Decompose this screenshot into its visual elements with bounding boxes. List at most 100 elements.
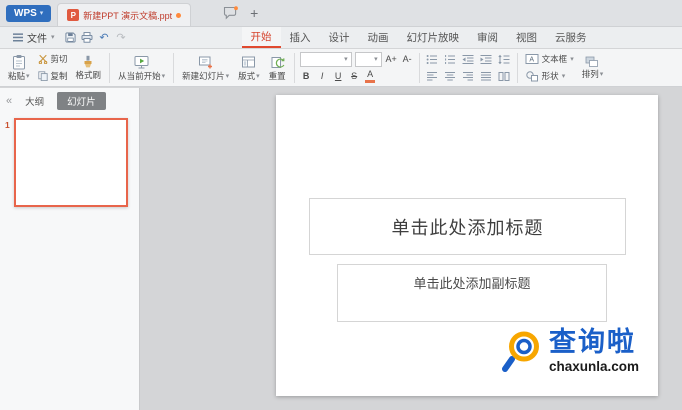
increase-indent-button[interactable] bbox=[479, 52, 494, 66]
reset-label: 重置 bbox=[269, 72, 286, 81]
font-family-select[interactable]: ▾ bbox=[300, 52, 352, 67]
ribbon-tab-review[interactable]: 审阅 bbox=[468, 27, 507, 48]
shapes-button[interactable]: 形状 ▾ bbox=[523, 69, 576, 83]
indent-icon bbox=[480, 54, 492, 65]
decrease-indent-button[interactable] bbox=[461, 52, 476, 66]
paragraph-group bbox=[425, 50, 512, 86]
message-icon[interactable] bbox=[223, 6, 238, 20]
redo-button[interactable]: ↷ bbox=[113, 27, 130, 48]
shapes-label: 形状 bbox=[542, 70, 559, 82]
magnifier-logo-icon bbox=[500, 328, 546, 374]
paste-label: 粘贴 bbox=[8, 72, 25, 81]
format-painter-label: 格式刷 bbox=[76, 71, 102, 80]
ribbon-tab-design[interactable]: 设计 bbox=[320, 27, 359, 48]
reset-icon bbox=[270, 55, 285, 70]
decrease-font-button[interactable]: A- bbox=[401, 52, 414, 66]
tab-slides[interactable]: 幻灯片 bbox=[57, 92, 106, 110]
collapse-panel-button[interactable]: « bbox=[6, 95, 12, 107]
toolbar-divider bbox=[173, 53, 174, 83]
undo-button[interactable]: ↶ bbox=[96, 27, 113, 48]
format-painter-button[interactable]: 格式刷 bbox=[73, 51, 105, 85]
bullet-list-icon bbox=[426, 54, 438, 65]
font-color-button[interactable]: A bbox=[364, 70, 377, 84]
ribbon-tab-cloud[interactable]: 云服务 bbox=[546, 27, 596, 48]
tab-outline[interactable]: 大纲 bbox=[21, 92, 48, 110]
reset-button[interactable]: 重置 bbox=[266, 51, 289, 85]
layout-button[interactable]: 版式▾ bbox=[235, 51, 263, 85]
ribbon-tab-insert[interactable]: 插入 bbox=[281, 27, 320, 48]
slideshow-group: 从当前开始▾ bbox=[115, 50, 168, 86]
menu-grid-icon bbox=[13, 33, 23, 42]
line-spacing-button[interactable] bbox=[497, 52, 512, 66]
title-placeholder[interactable]: 单击此处添加标题 bbox=[309, 198, 626, 255]
justify-button[interactable] bbox=[479, 69, 494, 83]
alignment-controls-row bbox=[425, 69, 512, 83]
watermark: 查询啦 chaxunla.com bbox=[500, 328, 639, 374]
copy-button[interactable]: 复制 bbox=[36, 69, 70, 83]
shapes-icon bbox=[525, 70, 539, 82]
watermark-name: 查询啦 bbox=[549, 328, 639, 358]
menubar: 文件 ▾ ↶ ↷ 开始 插入 设计 动画 幻灯片放映 审阅 视 bbox=[0, 27, 682, 49]
svg-text:A: A bbox=[529, 57, 534, 64]
align-left-button[interactable] bbox=[425, 69, 440, 83]
align-center-button[interactable] bbox=[443, 69, 458, 83]
font-controls-row: ▾ ▾ A+ A- bbox=[300, 52, 414, 67]
align-center-icon bbox=[444, 71, 456, 82]
wps-menu-button[interactable]: WPS ▾ bbox=[6, 5, 51, 22]
columns-icon bbox=[498, 71, 510, 82]
cut-copy-column: 剪切 复制 bbox=[36, 52, 70, 83]
chevron-down-icon: ▾ bbox=[256, 73, 260, 80]
columns-button[interactable] bbox=[497, 69, 512, 83]
underline-button[interactable]: U bbox=[332, 70, 345, 84]
save-icon bbox=[65, 32, 76, 43]
new-slide-label: 新建幻灯片 bbox=[182, 72, 225, 81]
italic-button[interactable]: I bbox=[316, 70, 329, 84]
slide-thumbnail[interactable] bbox=[14, 118, 128, 207]
font-color-swatch bbox=[365, 80, 375, 83]
bold-button[interactable]: B bbox=[300, 70, 313, 84]
outdent-icon bbox=[462, 54, 474, 65]
printer-icon bbox=[81, 32, 93, 43]
line-spacing-icon bbox=[498, 54, 510, 65]
paste-button[interactable]: 粘贴▾ bbox=[5, 51, 33, 85]
toolbar-divider bbox=[109, 53, 110, 83]
new-slide-button[interactable]: 新建幻灯片▾ bbox=[179, 51, 232, 85]
chat-bubble-icon bbox=[223, 6, 238, 20]
textbox-button[interactable]: A 文本框 ▾ bbox=[523, 52, 576, 66]
ribbon-tab-animation[interactable]: 动画 bbox=[359, 27, 398, 48]
ribbon-tab-view[interactable]: 视图 bbox=[507, 27, 546, 48]
ribbon-tab-slideshow[interactable]: 幻灯片放映 bbox=[398, 27, 469, 48]
new-tab-button[interactable]: + bbox=[244, 6, 264, 20]
align-right-button[interactable] bbox=[461, 69, 476, 83]
subtitle-placeholder[interactable]: 单击此处添加副标题 bbox=[337, 264, 607, 322]
font-size-select[interactable]: ▾ bbox=[355, 52, 382, 67]
textbox-label: 文本框 bbox=[542, 53, 568, 65]
numbered-list-icon bbox=[444, 54, 456, 65]
print-button[interactable] bbox=[79, 27, 96, 48]
copy-icon bbox=[38, 71, 48, 81]
start-from-current-button[interactable]: 从当前开始▾ bbox=[115, 51, 168, 85]
chevron-down-icon: ▾ bbox=[26, 73, 30, 80]
cut-button[interactable]: 剪切 bbox=[36, 52, 70, 66]
document-tab[interactable]: P 新建PPT 演示文稿.ppt bbox=[57, 3, 191, 26]
font-group: ▾ ▾ A+ A- B I U S A bbox=[300, 50, 414, 86]
chevron-down-icon: ▾ bbox=[162, 73, 166, 80]
slides-group: 新建幻灯片▾ 版式▾ 重置 bbox=[179, 50, 289, 86]
save-button[interactable] bbox=[62, 27, 79, 48]
modified-indicator-dot bbox=[176, 13, 181, 18]
arrange-icon bbox=[585, 56, 599, 68]
document-tab-title: 新建PPT 演示文稿.ppt bbox=[83, 9, 172, 22]
numbered-list-button[interactable] bbox=[443, 52, 458, 66]
copy-label: 复制 bbox=[51, 70, 68, 82]
layout-label: 版式 bbox=[238, 72, 255, 81]
file-menu-button[interactable]: 文件 ▾ bbox=[6, 30, 62, 45]
arrange-button[interactable]: 排列▾ bbox=[579, 51, 607, 85]
ribbon-tab-home[interactable]: 开始 bbox=[242, 27, 281, 48]
chevron-down-icon: ▾ bbox=[600, 71, 604, 78]
paste-icon bbox=[11, 54, 27, 70]
increase-font-button[interactable]: A+ bbox=[385, 52, 398, 66]
bullet-list-button[interactable] bbox=[425, 52, 440, 66]
align-left-icon bbox=[426, 71, 438, 82]
strikethrough-button[interactable]: S bbox=[348, 70, 361, 84]
toolbar-divider bbox=[517, 53, 518, 83]
